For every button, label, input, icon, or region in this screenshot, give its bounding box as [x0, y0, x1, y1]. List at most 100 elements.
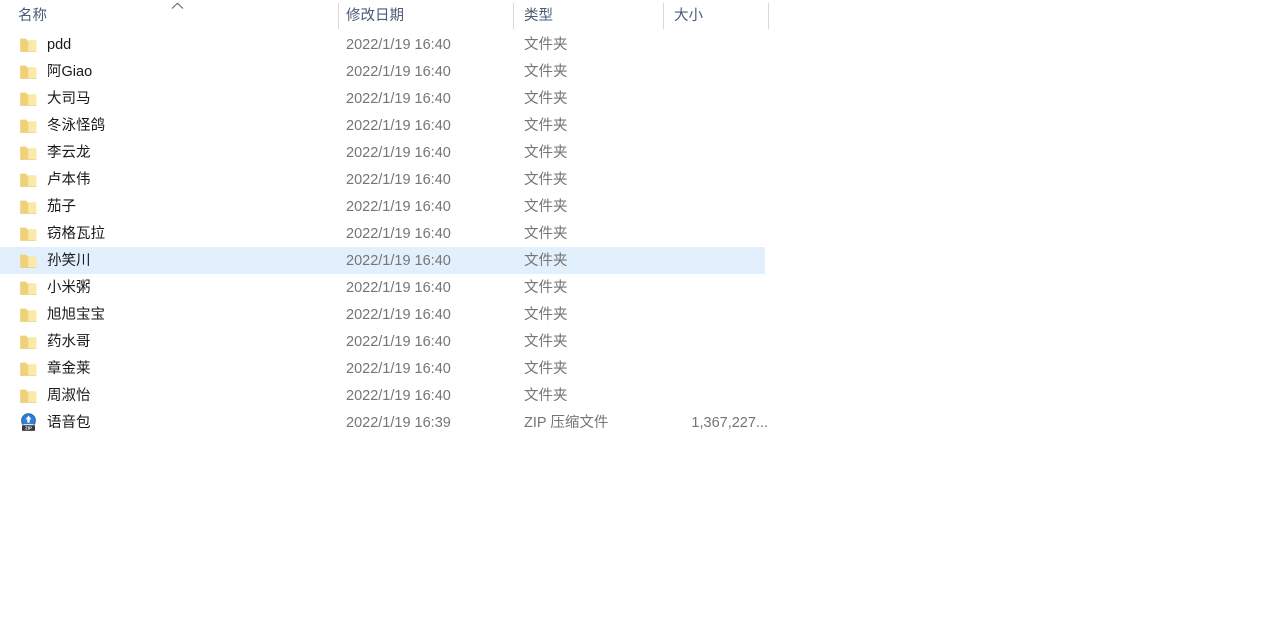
table-row[interactable]: 小米粥 2022/1/19 16:40 文件夹 [0, 274, 1267, 301]
table-row[interactable]: 茄子 2022/1/19 16:40 文件夹 [0, 193, 1267, 220]
type-label: 文件夹 [524, 63, 568, 80]
cell-name[interactable]: 冬泳怪鸽 [0, 112, 338, 139]
folder-icon [18, 35, 38, 55]
folder-icon [18, 62, 38, 82]
column-header-type-label: 类型 [524, 7, 553, 24]
cell-size [663, 220, 773, 247]
cell-size [663, 166, 773, 193]
table-row[interactable]: 旭旭宝宝 2022/1/19 16:40 文件夹 [0, 301, 1267, 328]
cell-size [663, 58, 773, 85]
file-name-label: 周淑怡 [47, 387, 91, 404]
date-modified-label: 2022/1/19 16:40 [346, 252, 451, 269]
file-name-label: pdd [47, 36, 72, 53]
size-label: 1,367,227... [691, 414, 768, 431]
cell-size [663, 355, 773, 382]
file-list-view: 名称 修改日期 类型 大小 pdd 2022/1/19 16:40 文件夹 阿Giao… [0, 0, 1267, 620]
cell-size [663, 382, 773, 409]
cell-name[interactable]: 阿Giao [0, 58, 338, 85]
date-modified-label: 2022/1/19 16:40 [346, 63, 451, 80]
cell-type: 文件夹 [524, 85, 659, 112]
cell-date-modified: 2022/1/19 16:40 [346, 220, 516, 247]
table-row[interactable]: 窃格瓦拉 2022/1/19 16:40 文件夹 [0, 220, 1267, 247]
cell-date-modified: 2022/1/19 16:40 [346, 301, 516, 328]
table-row[interactable]: 冬泳怪鸽 2022/1/19 16:40 文件夹 [0, 112, 1267, 139]
table-row[interactable]: 孙笑川 2022/1/19 16:40 文件夹 [0, 247, 1267, 274]
cell-name[interactable]: 药水哥 [0, 328, 338, 355]
folder-icon [18, 143, 38, 163]
type-label: 文件夹 [524, 171, 568, 188]
cell-date-modified: 2022/1/19 16:40 [346, 31, 516, 58]
column-header-row: 名称 修改日期 类型 大小 [0, 0, 1267, 31]
table-row[interactable]: 章金莱 2022/1/19 16:40 文件夹 [0, 355, 1267, 382]
table-row[interactable]: 大司马 2022/1/19 16:40 文件夹 [0, 85, 1267, 112]
type-label: 文件夹 [524, 360, 568, 377]
date-modified-label: 2022/1/19 16:40 [346, 171, 451, 188]
folder-icon [18, 197, 38, 217]
type-label: 文件夹 [524, 144, 568, 161]
column-divider-size[interactable] [768, 3, 769, 29]
table-row[interactable]: 阿Giao 2022/1/19 16:40 文件夹 [0, 58, 1267, 85]
file-name-label: 冬泳怪鸽 [47, 117, 105, 134]
type-label: 文件夹 [524, 225, 568, 242]
cell-name[interactable]: ZIP 语音包 [0, 409, 338, 436]
svg-text:ZIP: ZIP [25, 426, 32, 431]
cell-name[interactable]: 旭旭宝宝 [0, 301, 338, 328]
cell-type: ZIP 压缩文件 [524, 409, 659, 436]
cell-name[interactable]: 卢本伟 [0, 166, 338, 193]
file-name-label: 旭旭宝宝 [47, 306, 105, 323]
folder-icon [18, 332, 38, 352]
table-row[interactable]: 药水哥 2022/1/19 16:40 文件夹 [0, 328, 1267, 355]
file-name-label: 语音包 [47, 414, 91, 431]
cell-date-modified: 2022/1/19 16:40 [346, 139, 516, 166]
column-header-name-label: 名称 [18, 7, 47, 24]
date-modified-label: 2022/1/19 16:39 [346, 414, 451, 431]
folder-icon [18, 251, 38, 271]
cell-name[interactable]: pdd [0, 31, 338, 58]
table-row[interactable]: pdd 2022/1/19 16:40 文件夹 [0, 31, 1267, 58]
column-header-type[interactable]: 类型 [513, 0, 663, 31]
column-header-size[interactable]: 大小 [663, 0, 768, 31]
table-row[interactable]: 周淑怡 2022/1/19 16:40 文件夹 [0, 382, 1267, 409]
cell-name[interactable]: 窃格瓦拉 [0, 220, 338, 247]
date-modified-label: 2022/1/19 16:40 [346, 90, 451, 107]
folder-icon [18, 224, 38, 244]
cell-size [663, 193, 773, 220]
cell-name[interactable]: 李云龙 [0, 139, 338, 166]
cell-size [663, 301, 773, 328]
file-name-label: 茄子 [47, 198, 76, 215]
date-modified-label: 2022/1/19 16:40 [346, 36, 451, 53]
file-name-label: 阿Giao [47, 63, 93, 80]
table-row[interactable]: ZIP 语音包 2022/1/19 16:39 ZIP 压缩文件 1,367,227..… [0, 409, 1267, 436]
type-label: 文件夹 [524, 90, 568, 107]
cell-name[interactable]: 周淑怡 [0, 382, 338, 409]
date-modified-label: 2022/1/19 16:40 [346, 225, 451, 242]
table-row[interactable]: 卢本伟 2022/1/19 16:40 文件夹 [0, 166, 1267, 193]
type-label: 文件夹 [524, 198, 568, 215]
type-label: 文件夹 [524, 117, 568, 134]
date-modified-label: 2022/1/19 16:40 [346, 198, 451, 215]
cell-name[interactable]: 小米粥 [0, 274, 338, 301]
cell-date-modified: 2022/1/19 16:40 [346, 247, 516, 274]
cell-type: 文件夹 [524, 301, 659, 328]
cell-date-modified: 2022/1/19 16:40 [346, 166, 516, 193]
folder-icon [18, 116, 38, 136]
cell-name[interactable]: 孙笑川 [0, 247, 338, 274]
cell-type: 文件夹 [524, 328, 659, 355]
column-header-date-modified[interactable]: 修改日期 [338, 0, 513, 31]
date-modified-label: 2022/1/19 16:40 [346, 306, 451, 323]
column-header-date-modified-label: 修改日期 [346, 7, 404, 24]
folder-icon [18, 89, 38, 109]
cell-type: 文件夹 [524, 112, 659, 139]
chevron-up-icon [169, 2, 185, 12]
cell-name[interactable]: 章金莱 [0, 355, 338, 382]
table-row[interactable]: 李云龙 2022/1/19 16:40 文件夹 [0, 139, 1267, 166]
folder-icon [18, 278, 38, 298]
cell-name[interactable]: 大司马 [0, 85, 338, 112]
folder-icon [18, 386, 38, 406]
file-name-label: 窃格瓦拉 [47, 225, 105, 242]
cell-type: 文件夹 [524, 247, 659, 274]
cell-size [663, 31, 773, 58]
cell-date-modified: 2022/1/19 16:40 [346, 328, 516, 355]
cell-name[interactable]: 茄子 [0, 193, 338, 220]
cell-date-modified: 2022/1/19 16:40 [346, 85, 516, 112]
